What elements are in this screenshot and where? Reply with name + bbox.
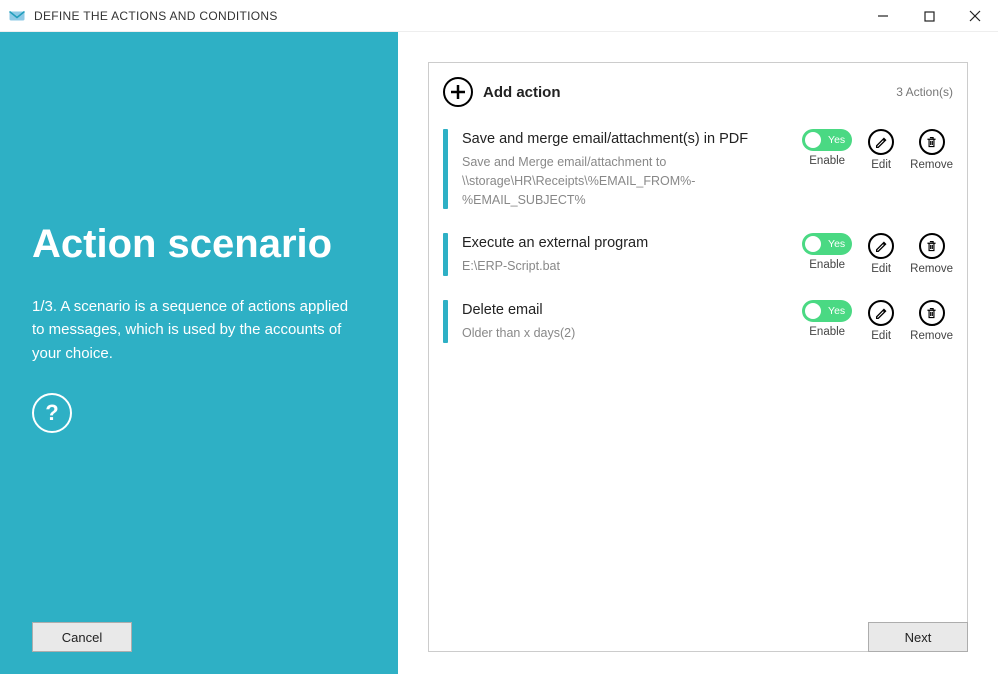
- remove-button[interactable]: [919, 300, 945, 326]
- enable-toggle[interactable]: Yes: [802, 233, 852, 255]
- pencil-icon: [875, 136, 888, 149]
- window-controls: [860, 0, 998, 31]
- help-button[interactable]: ?: [32, 393, 72, 433]
- cancel-button[interactable]: Cancel: [32, 622, 132, 652]
- actions-count: 3 Action(s): [896, 85, 953, 99]
- pencil-icon: [875, 240, 888, 253]
- edit-label: Edit: [871, 330, 891, 342]
- add-action-button[interactable]: [443, 77, 473, 107]
- close-button[interactable]: [952, 0, 998, 32]
- page-description: 1/3. A scenario is a sequence of actions…: [32, 295, 352, 365]
- action-title: Delete email: [462, 302, 802, 318]
- page-title: Action scenario: [32, 222, 366, 267]
- action-subtitle: E:\ERP-Script.bat: [462, 257, 802, 276]
- action-controls: Yes Enable Edit Remove: [802, 300, 953, 342]
- cancel-label: Cancel: [62, 630, 102, 645]
- action-subtitle: Save and Merge email/attachment to \\sto…: [462, 153, 802, 209]
- trash-icon: [925, 136, 938, 149]
- action-controls: Yes Enable Edit Remove: [802, 233, 953, 275]
- remove-label: Remove: [910, 330, 953, 342]
- edit-button[interactable]: [868, 233, 894, 259]
- toggle-yes-label: Yes: [828, 134, 845, 146]
- action-controls: Yes Enable Edit Remove: [802, 129, 953, 171]
- enable-toggle[interactable]: Yes: [802, 129, 852, 151]
- action-accent-bar: [443, 300, 448, 343]
- action-subtitle: Older than x days(2): [462, 324, 802, 343]
- remove-button[interactable]: [919, 233, 945, 259]
- next-label: Next: [905, 630, 932, 645]
- window-title: DEFINE THE ACTIONS AND CONDITIONS: [34, 9, 278, 23]
- action-text: Save and merge email/attachment(s) in PD…: [462, 129, 802, 209]
- action-accent-bar: [443, 233, 448, 276]
- action-row: Execute an external program E:\ERP-Scrip…: [443, 225, 953, 292]
- maximize-button[interactable]: [906, 0, 952, 32]
- action-text: Execute an external program E:\ERP-Scrip…: [462, 233, 802, 276]
- edit-button[interactable]: [868, 129, 894, 155]
- main-content: Add action 3 Action(s) Save and merge em…: [398, 32, 998, 674]
- toggle-knob: [805, 132, 821, 148]
- remove-label: Remove: [910, 159, 953, 171]
- toggle-yes-label: Yes: [828, 305, 845, 317]
- toggle-knob: [805, 236, 821, 252]
- edit-label: Edit: [871, 263, 891, 275]
- minimize-button[interactable]: [860, 0, 906, 32]
- action-title: Save and merge email/attachment(s) in PD…: [462, 131, 802, 147]
- action-row: Delete email Older than x days(2) Yes En…: [443, 292, 953, 359]
- toggle-knob: [805, 303, 821, 319]
- remove-button[interactable]: [919, 129, 945, 155]
- action-accent-bar: [443, 129, 448, 209]
- edit-label: Edit: [871, 159, 891, 171]
- actions-header: Add action 3 Action(s): [443, 77, 953, 107]
- edit-button[interactable]: [868, 300, 894, 326]
- sidebar: Action scenario 1/3. A scenario is a seq…: [0, 32, 398, 674]
- trash-icon: [925, 307, 938, 320]
- app-icon: [8, 7, 26, 25]
- titlebar: DEFINE THE ACTIONS AND CONDITIONS: [0, 0, 998, 32]
- pencil-icon: [875, 307, 888, 320]
- remove-label: Remove: [910, 263, 953, 275]
- action-title: Execute an external program: [462, 235, 802, 251]
- trash-icon: [925, 240, 938, 253]
- action-row: Save and merge email/attachment(s) in PD…: [443, 121, 953, 225]
- enable-toggle[interactable]: Yes: [802, 300, 852, 322]
- toggle-yes-label: Yes: [828, 238, 845, 250]
- help-icon: ?: [45, 400, 58, 426]
- actions-list: Add action 3 Action(s) Save and merge em…: [428, 62, 968, 652]
- enable-label: Enable: [809, 259, 845, 271]
- plus-icon: [450, 84, 466, 100]
- action-text: Delete email Older than x days(2): [462, 300, 802, 343]
- add-action-label: Add action: [483, 84, 561, 101]
- enable-label: Enable: [809, 155, 845, 167]
- enable-label: Enable: [809, 326, 845, 338]
- next-button[interactable]: Next: [868, 622, 968, 652]
